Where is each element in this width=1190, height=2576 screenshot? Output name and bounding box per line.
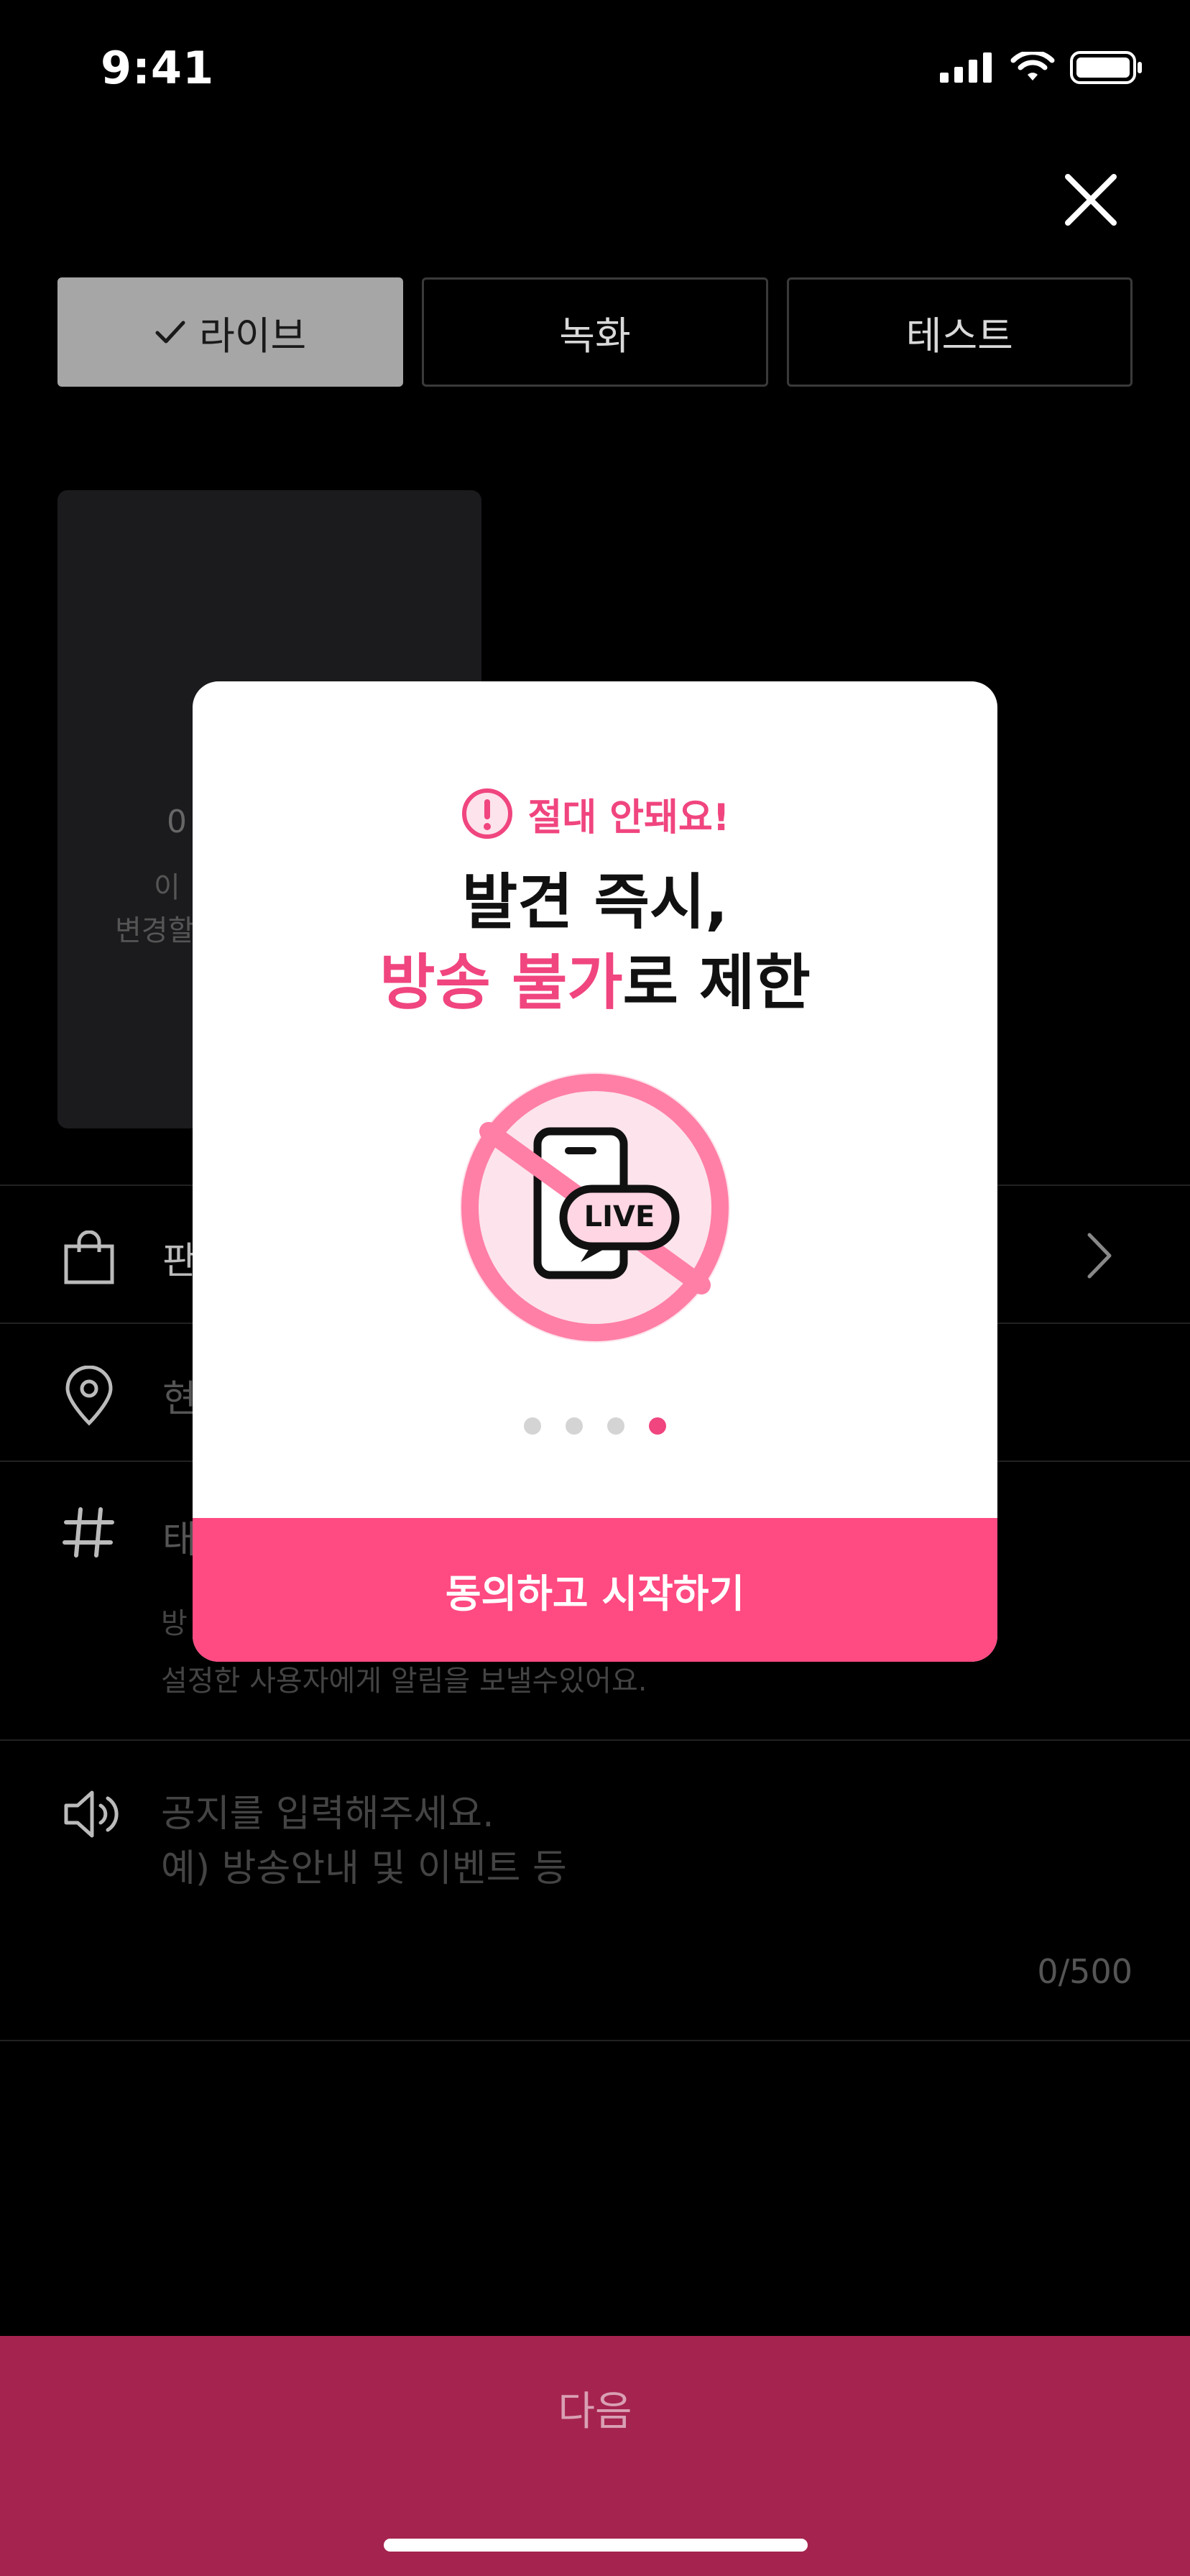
chevron-right-icon <box>1087 1233 1112 1279</box>
product-row-label: 판 <box>162 1240 197 1283</box>
tab-test-label: 테스트 <box>905 313 1013 359</box>
broadcast-type-tabs: 라이브 녹화 테스트 <box>57 277 1133 387</box>
warning-modal: 절대 안돼요! 발견 즉시, 방송 불가로 제한 LIVE 동의하고 시작하기 <box>193 681 997 1662</box>
notice-placeholder-line2: 예) 방송안내 및 이벤트 등 <box>161 1847 567 1890</box>
tag-description-line1: 방 <box>161 1607 188 1640</box>
thumbnail-count-fragment: 0 <box>167 804 187 840</box>
page-dot-1[interactable] <box>524 1417 541 1435</box>
divider <box>0 2040 1190 2041</box>
exclamation-circle-icon <box>462 788 513 839</box>
tab-live-label: 라이브 <box>199 313 307 359</box>
shopping-bag-icon <box>64 1230 114 1284</box>
page-dot-3[interactable] <box>607 1417 624 1435</box>
tag-description-line2: 설정한 사용자에게 알림을 보낼수있어요. <box>161 1665 647 1698</box>
tag-row-label: 태 <box>162 1519 197 1562</box>
page-dot-4[interactable] <box>649 1417 666 1435</box>
live-badge-text: LIVE <box>584 1200 655 1233</box>
location-pin-icon <box>65 1366 113 1426</box>
modal-title-line1: 발견 즉시, <box>461 867 729 937</box>
notice-placeholder-line1: 공지를 입력해주세요. <box>161 1793 494 1836</box>
warning-header: 절대 안돼요! <box>193 786 997 841</box>
home-indicator <box>384 2539 808 2552</box>
thumbnail-hint-fragment-2: 변경할 <box>115 914 195 947</box>
battery-icon <box>1070 51 1142 84</box>
notice-char-count: 0/500 <box>1037 1952 1133 1991</box>
wifi-icon <box>1010 52 1055 80</box>
hashtag-icon <box>63 1507 114 1558</box>
status-icons <box>940 50 1144 85</box>
divider <box>0 1739 1190 1741</box>
modal-title-highlight: 방송 불가 <box>379 947 623 1018</box>
pagination-dots <box>193 1417 997 1435</box>
location-row-label: 현 <box>162 1378 197 1421</box>
status-time: 9:41 <box>101 42 215 94</box>
close-button[interactable] <box>1061 170 1121 230</box>
check-icon <box>155 321 185 344</box>
status-bar: 9:41 <box>0 0 1190 144</box>
no-live-icon: LIVE <box>460 1072 730 1343</box>
close-icon <box>1065 174 1117 226</box>
next-button-label: 다음 <box>558 2388 632 2435</box>
tab-recording-label: 녹화 <box>559 313 631 359</box>
tab-test[interactable]: 테스트 <box>786 277 1133 387</box>
notice-placeholder[interactable]: 공지를 입력해주세요. 예) 방송안내 및 이벤트 등 <box>161 1787 567 1896</box>
thumbnail-hint-fragment: 이 <box>154 871 180 904</box>
modal-title-rest: 로 제한 <box>622 947 811 1018</box>
page-dot-2[interactable] <box>566 1417 583 1435</box>
tab-live[interactable]: 라이브 <box>57 277 404 387</box>
tab-recording[interactable]: 녹화 <box>422 277 768 387</box>
signal-icon <box>940 52 992 83</box>
agree-start-label: 동의하고 시작하기 <box>445 1570 745 1616</box>
modal-title-line2: 방송 불가로 제한 <box>193 943 997 1022</box>
speaker-icon <box>64 1790 119 1838</box>
agree-start-button[interactable]: 동의하고 시작하기 <box>193 1518 997 1662</box>
warning-text: 절대 안돼요! <box>527 796 730 840</box>
